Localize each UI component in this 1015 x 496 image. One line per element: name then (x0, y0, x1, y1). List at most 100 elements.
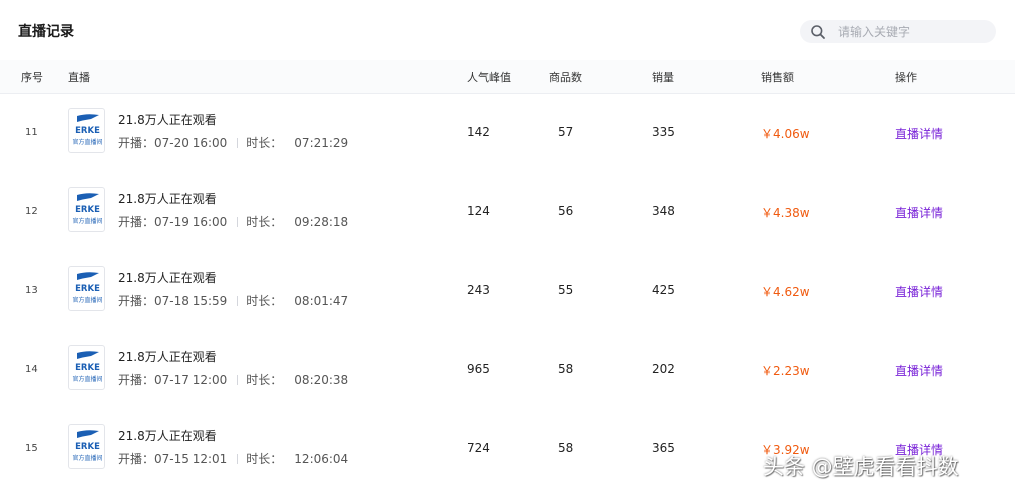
erke-logo-icon: ERKE 官方直播间 (72, 351, 103, 383)
live-detail-link[interactable]: 直播详情 (895, 204, 943, 221)
thumbnail-brand: ERKE (75, 205, 100, 215)
column-header-peak[interactable]: 人气峰值 (467, 69, 511, 85)
sales-value: 348 (652, 204, 675, 218)
table-row[interactable]: 13 ERKE 官方直播间 21.8万人正在观看 开播： 07-18 15:59… (0, 252, 1015, 331)
duration-value: 07:21:29 (294, 135, 349, 150)
live-viewers[interactable]: 21.8万人正在观看 (118, 348, 217, 365)
column-header-live: 直播 (68, 71, 90, 84)
live-viewers[interactable]: 21.8万人正在观看 (118, 427, 217, 444)
duration-label: 时长： (246, 373, 283, 387)
live-viewers[interactable]: 21.8万人正在观看 (118, 190, 217, 207)
live-thumbnail[interactable]: ERKE 官方直播间 (68, 345, 105, 390)
start-label: 开播： (118, 136, 155, 150)
thumbnail-caption: 官方直播间 (72, 138, 102, 146)
live-thumbnail[interactable]: ERKE 官方直播间 (68, 187, 105, 232)
duration-label: 时长： (246, 215, 283, 229)
row-index: 13 (25, 285, 38, 296)
products-value: 55 (558, 283, 574, 297)
peak-value: 965 (467, 362, 490, 376)
column-header-index: 序号 (21, 71, 43, 84)
start-time: 07-17 12:00 (154, 372, 228, 387)
thumbnail-brand: ERKE (75, 126, 100, 136)
live-viewers[interactable]: 21.8万人正在观看 (118, 111, 217, 128)
live-detail-link[interactable]: 直播详情 (895, 283, 943, 300)
start-time: 07-20 16:00 (154, 135, 228, 150)
thumbnail-caption: 官方直播间 (72, 296, 102, 304)
live-meta: 开播： 07-19 16:00 时长： 09:28:18 (118, 213, 348, 230)
live-viewers[interactable]: 21.8万人正在观看 (118, 269, 217, 286)
row-index: 15 (25, 443, 38, 454)
column-header-revenue[interactable]: 销售额 (761, 69, 794, 85)
duration-value: 08:01:47 (294, 293, 349, 308)
revenue-value: ￥2.23w (761, 364, 810, 378)
meta-divider (237, 216, 239, 227)
table-row[interactable]: 12 ERKE 官方直播间 21.8万人正在观看 开播： 07-19 16:00… (0, 173, 1015, 252)
erke-logo-icon: ERKE 官方直播间 (72, 272, 103, 304)
erke-logo-icon: ERKE 官方直播间 (72, 430, 103, 462)
live-meta: 开播： 07-17 12:00 时长： 08:20:38 (118, 371, 348, 388)
products-value: 56 (558, 204, 574, 218)
erke-logo-icon: ERKE 官方直播间 (72, 114, 103, 146)
start-label: 开播： (118, 452, 155, 466)
meta-divider (237, 374, 239, 385)
duration-value: 12:06:04 (294, 451, 349, 466)
column-header-products[interactable]: 商品数 (549, 69, 582, 85)
products-value: 58 (558, 362, 574, 376)
live-thumbnail[interactable]: ERKE 官方直播间 (68, 266, 105, 311)
products-value: 58 (558, 441, 574, 455)
peak-value: 724 (467, 441, 490, 455)
duration-label: 时长： (246, 452, 283, 466)
sales-value: 425 (652, 283, 675, 297)
live-detail-link[interactable]: 直播详情 (895, 362, 943, 379)
live-meta: 开播： 07-15 12:01 时长： 12:06:04 (118, 450, 348, 467)
column-header-sales[interactable]: 销量 (652, 69, 674, 85)
thumbnail-caption: 官方直播间 (72, 454, 102, 462)
start-time: 07-15 12:01 (154, 451, 228, 466)
sales-value: 335 (652, 125, 675, 139)
meta-divider (237, 295, 239, 306)
duration-label: 时长： (246, 136, 283, 150)
duration-value: 08:20:38 (294, 372, 349, 387)
table-row[interactable]: 11 ERKE 官方直播间 21.8万人正在观看 开播： 07-20 16:00… (0, 94, 1015, 173)
row-index: 11 (25, 127, 38, 138)
live-thumbnail[interactable]: ERKE 官方直播间 (68, 108, 105, 153)
duration-label: 时长： (246, 294, 283, 308)
column-header-operation: 操作 (895, 71, 917, 84)
table-row[interactable]: 14 ERKE 官方直播间 21.8万人正在观看 开播： 07-17 12:00… (0, 331, 1015, 410)
thumbnail-caption: 官方直播间 (72, 217, 102, 225)
thumbnail-brand: ERKE (75, 442, 100, 452)
peak-value: 124 (467, 204, 490, 218)
row-index: 14 (25, 364, 38, 375)
watermark: 头条 @壁虎看看抖数 (763, 455, 959, 479)
row-index: 12 (25, 206, 38, 217)
start-time: 07-18 15:59 (154, 293, 228, 308)
sales-value: 202 (652, 362, 675, 376)
table-header: 序号 直播 人气峰值 商品数 销量 销售额 操作 (0, 60, 1015, 94)
live-detail-link[interactable]: 直播详情 (895, 125, 943, 142)
live-records-page: 直播记录 序号 直播 人气峰值 商品数 销量 销售额 操作 11 ERKE 官方… (0, 0, 1015, 496)
search-icon[interactable] (810, 24, 826, 40)
search-box[interactable] (800, 20, 996, 43)
live-meta: 开播： 07-18 15:59 时长： 08:01:47 (118, 292, 348, 309)
products-value: 57 (558, 125, 574, 139)
thumbnail-brand: ERKE (75, 284, 100, 294)
thumbnail-brand: ERKE (75, 363, 100, 373)
live-thumbnail[interactable]: ERKE 官方直播间 (68, 424, 105, 469)
revenue-value: ￥4.38w (761, 206, 810, 220)
meta-divider (237, 137, 239, 148)
meta-divider (237, 453, 239, 464)
sales-value: 365 (652, 441, 675, 455)
live-meta: 开播： 07-20 16:00 时长： 07:21:29 (118, 134, 348, 151)
page-title: 直播记录 (18, 24, 74, 40)
start-label: 开播： (118, 294, 155, 308)
start-time: 07-19 16:00 (154, 214, 228, 229)
start-label: 开播： (118, 215, 155, 229)
search-input[interactable] (838, 20, 988, 43)
erke-logo-icon: ERKE 官方直播间 (72, 193, 103, 225)
revenue-value: ￥4.06w (761, 127, 810, 141)
thumbnail-caption: 官方直播间 (72, 375, 102, 383)
peak-value: 142 (467, 125, 490, 139)
duration-value: 09:28:18 (294, 214, 349, 229)
peak-value: 243 (467, 283, 490, 297)
revenue-value: ￥4.62w (761, 285, 810, 299)
